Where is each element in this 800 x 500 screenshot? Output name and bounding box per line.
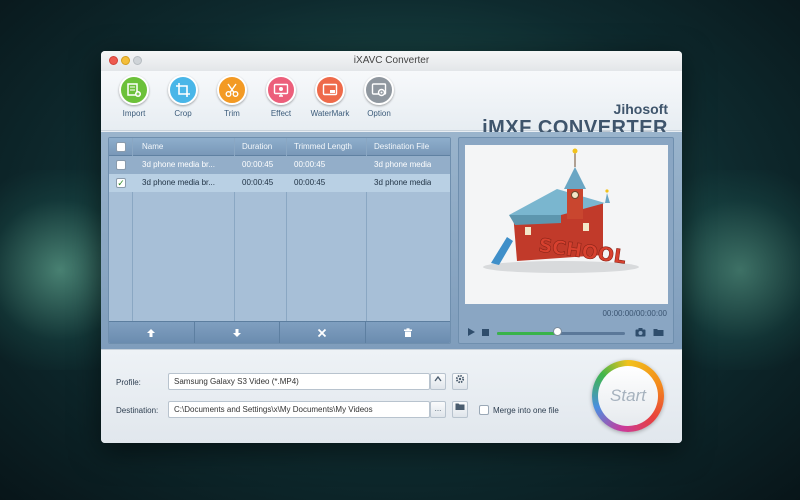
file-list-header: Name Duration Trimmed Length Destination… bbox=[109, 138, 450, 156]
profile-settings-button[interactable] bbox=[452, 373, 468, 390]
seek-handle[interactable] bbox=[552, 327, 562, 336]
preview-screen: SCHOOL bbox=[465, 145, 668, 304]
camera-icon bbox=[635, 328, 646, 337]
row-name: 3d phone media br... bbox=[142, 178, 215, 187]
destination-input[interactable]: C:\Documents and Settings\x\My Documents… bbox=[168, 401, 430, 418]
move-down-button[interactable] bbox=[195, 322, 280, 343]
window-title: iXAVC Converter bbox=[353, 55, 430, 66]
select-all-checkbox[interactable] bbox=[116, 142, 126, 152]
move-down-icon bbox=[232, 328, 241, 337]
watermark-icon bbox=[315, 75, 345, 105]
row-name: 3d phone media br... bbox=[142, 160, 215, 169]
timecode: 00:00:00/00:00:00 bbox=[602, 309, 667, 318]
start-ring: Start bbox=[592, 360, 664, 432]
option-icon bbox=[364, 75, 394, 105]
row-trimmed-length: 00:00:45 bbox=[294, 178, 326, 187]
delete-button[interactable] bbox=[366, 322, 451, 343]
crop-label: Crop bbox=[174, 109, 192, 118]
folder-icon bbox=[455, 403, 465, 410]
header-trimmed-length[interactable]: Trimmed Length bbox=[294, 138, 352, 156]
output-settings: Profile: Samsung Galaxy S3 Video (*.MP4)… bbox=[101, 349, 682, 443]
start-button[interactable]: Start bbox=[598, 366, 658, 426]
remove-button[interactable] bbox=[280, 322, 366, 343]
option-label: Option bbox=[367, 109, 391, 118]
move-up-button[interactable] bbox=[109, 322, 195, 343]
school-illustration: SCHOOL bbox=[483, 148, 639, 273]
row-destination: 3d phone media bbox=[374, 178, 432, 187]
open-destination-button[interactable] bbox=[452, 401, 468, 418]
stop-button[interactable] bbox=[481, 327, 490, 339]
import-button[interactable]: Import bbox=[114, 75, 154, 118]
import-label: Import bbox=[122, 109, 146, 118]
trim-label: Trim bbox=[224, 109, 240, 118]
play-icon bbox=[468, 328, 475, 336]
preview-panel: SCHOOL 00:00:00/00:00:00 bbox=[458, 137, 674, 344]
seek-progress bbox=[497, 332, 558, 335]
move-up-icon bbox=[147, 328, 156, 337]
table-row[interactable]: 3d phone media br... 00:00:45 00:00:45 3… bbox=[109, 156, 450, 174]
option-button[interactable]: Option bbox=[359, 75, 399, 118]
play-button[interactable] bbox=[467, 327, 476, 339]
table-row[interactable]: ✓ 3d phone media br... 00:00:45 00:00:45… bbox=[109, 174, 450, 192]
row-trimmed-length: 00:00:45 bbox=[294, 160, 326, 169]
open-folder-button[interactable] bbox=[653, 327, 664, 339]
watermark-label: WaterMark bbox=[310, 109, 350, 118]
trim-icon bbox=[217, 75, 247, 105]
stop-icon bbox=[482, 329, 489, 336]
effect-icon bbox=[266, 75, 296, 105]
header-name[interactable]: Name bbox=[142, 138, 163, 156]
row-duration: 00:00:45 bbox=[242, 160, 274, 169]
destination-label: Destination: bbox=[116, 406, 159, 415]
header-duration[interactable]: Duration bbox=[242, 138, 272, 156]
profile-select[interactable]: Samsung Galaxy S3 Video (*.MP4) bbox=[168, 373, 430, 390]
row-checkbox-checked[interactable]: ✓ bbox=[116, 178, 126, 188]
watermark-button[interactable]: WaterMark bbox=[310, 75, 350, 118]
merge-label: Merge into one file bbox=[493, 406, 559, 415]
crop-button[interactable]: Crop bbox=[163, 75, 203, 118]
profile-dropdown-button[interactable] bbox=[430, 373, 446, 390]
merge-checkbox[interactable] bbox=[479, 405, 489, 415]
snapshot-button[interactable] bbox=[635, 327, 646, 339]
delete-icon bbox=[403, 327, 412, 337]
gear-icon bbox=[455, 374, 465, 384]
effect-button[interactable]: Effect bbox=[261, 75, 301, 118]
profile-label: Profile: bbox=[116, 378, 141, 387]
row-duration: 00:00:45 bbox=[242, 178, 274, 187]
browse-button[interactable]: ... bbox=[430, 401, 446, 418]
import-icon bbox=[119, 75, 149, 105]
title-bar: iXAVC Converter bbox=[101, 51, 682, 71]
folder-icon bbox=[653, 329, 664, 336]
crop-icon bbox=[168, 75, 198, 105]
app-window: iXAVC Converter Import Crop Trim Effect bbox=[101, 51, 682, 443]
chevron-up-icon bbox=[434, 375, 442, 382]
main-content: Name Duration Trimmed Length Destination… bbox=[101, 132, 682, 349]
toolbar: Import Crop Trim Effect WaterMark Option… bbox=[101, 71, 682, 139]
header-destination-file[interactable]: Destination File bbox=[374, 138, 429, 156]
row-destination: 3d phone media bbox=[374, 160, 432, 169]
playback-controls bbox=[459, 324, 673, 342]
file-list-panel: Name Duration Trimmed Length Destination… bbox=[108, 137, 451, 344]
trim-button[interactable]: Trim bbox=[212, 75, 252, 118]
file-list-footer bbox=[109, 321, 450, 343]
row-checkbox[interactable] bbox=[116, 160, 126, 170]
effect-label: Effect bbox=[270, 109, 292, 118]
brand-vendor: Jihosoft bbox=[613, 101, 668, 117]
remove-icon bbox=[318, 328, 327, 337]
